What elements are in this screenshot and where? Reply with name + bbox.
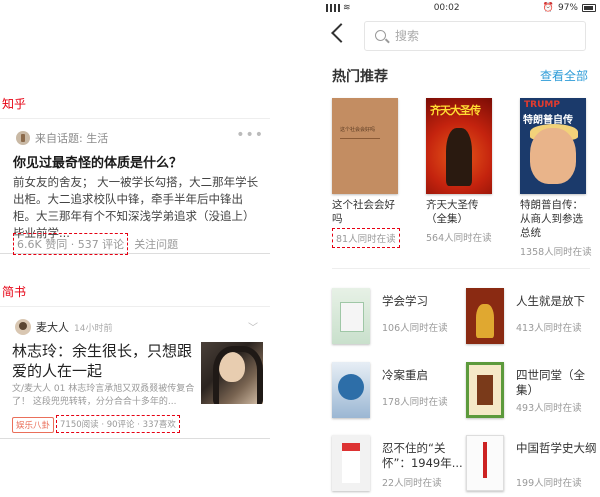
article-excerpt[interactable]: 文/麦大人 01 林志玲言承旭又双叒叕被传复合了！ 这段兜兜转转，分分合合十多年… xyxy=(12,383,196,409)
jianshu-label: 简书 xyxy=(2,285,27,299)
category-tag[interactable]: 娱乐八卦 xyxy=(12,417,55,433)
book-readers: 1358人同时在读 xyxy=(520,247,592,258)
book-cover[interactable] xyxy=(332,435,370,491)
book-cover[interactable] xyxy=(332,362,370,418)
book-cover[interactable]: TRUMP 特朗普自传 xyxy=(520,98,586,194)
book-cover[interactable] xyxy=(332,288,370,344)
avatar[interactable] xyxy=(15,319,31,335)
divider xyxy=(332,268,590,269)
signal-icon xyxy=(326,4,340,12)
top-nav xyxy=(322,18,600,56)
status-bar: ≋ 00:02 ⏰ 97% xyxy=(322,0,600,16)
battery-icon xyxy=(582,4,596,12)
list-book-item[interactable]: 四世同堂（全集） 493人同时在读 xyxy=(466,362,596,422)
post-time: 14小时前 xyxy=(74,323,113,334)
article-thumbnail[interactable] xyxy=(201,342,263,404)
battery-percent: 97% xyxy=(557,3,578,13)
view-all-link[interactable]: 查看全部 xyxy=(540,67,588,84)
book-cover[interactable]: 这个社会会好吗 xyxy=(332,98,398,194)
follow-question-link[interactable]: 关注问题 xyxy=(134,236,178,252)
book-title[interactable]: 特朗普自传：从商人到参选总统 xyxy=(520,198,592,240)
book-readers: 493人同时在读 xyxy=(516,403,582,414)
hot-book-item[interactable]: 这个社会会好吗 这个社会会好吗 81人同时在读 xyxy=(332,98,404,248)
book-readers: 22人同时在读 xyxy=(382,478,442,489)
cover-text: TRUMP xyxy=(524,100,560,110)
book-title[interactable]: 人生就是放下 xyxy=(516,294,600,309)
book-cover[interactable] xyxy=(466,288,504,344)
answer-meta: 6.6K 赞同 · 537 评论 关注问题 xyxy=(13,233,178,255)
wifi-icon: ≋ xyxy=(343,3,351,13)
hot-book-item[interactable]: 齐天大圣传 齐天大圣传（全集） 564人同时在读 xyxy=(426,98,498,245)
jianshu-card[interactable]: 麦大人 14小时前 ﹀ 林志玲：余生很长，只想跟爱的人在一起 文/麦大人 01 … xyxy=(0,306,270,439)
topic-label: 来自话题: 生活 xyxy=(35,132,109,145)
list-book-item[interactable]: 忍不住的“关怀”：1949年... 22人同时在读 xyxy=(332,435,463,495)
book-title[interactable]: 冷案重启 xyxy=(382,368,468,383)
reading-app-screen: ≋ 00:02 ⏰ 97% 热门推荐 查看全部 这个社会会好吗 这个社会会好吗 … xyxy=(322,0,600,497)
article-title[interactable]: 林志玲：余生很长，只想跟爱的人在一起 xyxy=(12,341,196,381)
search-input[interactable] xyxy=(395,26,575,46)
book-readers: 178人同时在读 xyxy=(382,397,448,408)
read-comment-like-count: 7150阅读 · 90评论 · 337喜欢 xyxy=(56,415,180,433)
vote-comment-count: 6.6K 赞同 · 537 评论 xyxy=(13,233,129,255)
book-title[interactable]: 这个社会会好吗 xyxy=(332,198,404,226)
topic-row[interactable]: 来自话题: 生活 xyxy=(16,130,108,146)
author-name[interactable]: 麦大人 xyxy=(36,319,69,335)
book-title[interactable]: 四世同堂（全集） xyxy=(516,368,600,398)
hot-book-item[interactable]: TRUMP 特朗普自传 特朗普自传：从商人到参选总统 1358人同时在读 xyxy=(520,98,592,259)
topic-icon xyxy=(16,131,30,145)
book-cover[interactable] xyxy=(466,435,504,491)
cover-text: 齐天大圣传 xyxy=(430,104,481,117)
left-panel: 知乎 来自话题: 生活 ••• 你见过最奇怪的体质是什么？ 前女友的舍友； 大一… xyxy=(0,0,280,497)
list-book-item[interactable]: 学会学习 106人同时在读 xyxy=(332,288,462,348)
book-title[interactable]: 齐天大圣传（全集） xyxy=(426,198,498,226)
alarm-icon: ⏰ xyxy=(542,3,554,13)
book-title[interactable]: 学会学习 xyxy=(382,294,468,309)
list-book-item[interactable]: 人生就是放下 413人同时在读 xyxy=(466,288,596,348)
book-title[interactable]: 中国哲学史大纲 xyxy=(516,441,600,456)
list-book-item[interactable]: 中国哲学史大纲 199人同时在读 xyxy=(466,435,597,495)
zhihu-label: 知乎 xyxy=(2,97,27,111)
search-icon xyxy=(375,30,386,41)
zhihu-card[interactable]: 来自话题: 生活 ••• 你见过最奇怪的体质是什么？ 前女友的舍友； 大一被学长… xyxy=(0,118,270,255)
book-readers: 199人同时在读 xyxy=(516,478,582,489)
answer-excerpt[interactable]: 前女友的舍友； 大一被学长勾搭，大二那年学长出柜。大二追求校队中锋，牵手半年后中… xyxy=(13,174,263,242)
hot-section-heading: 热门推荐 xyxy=(332,69,388,85)
book-readers: 106人同时在读 xyxy=(382,323,448,334)
chevron-down-icon[interactable]: ﹀ xyxy=(248,319,258,334)
book-readers: 564人同时在读 xyxy=(426,233,492,244)
question-title[interactable]: 你见过最奇怪的体质是什么？ xyxy=(13,152,182,171)
search-box[interactable] xyxy=(364,21,586,51)
book-cover[interactable] xyxy=(466,362,504,418)
list-book-item[interactable]: 冷案重启 178人同时在读 xyxy=(332,362,462,422)
book-cover[interactable]: 齐天大圣传 xyxy=(426,98,492,194)
book-title[interactable]: 忍不住的“关怀”：1949年... xyxy=(382,441,468,471)
book-readers: 81人同时在读 xyxy=(332,228,400,248)
author-row[interactable]: 麦大人 14小时前 xyxy=(15,319,112,335)
more-icon[interactable]: ••• xyxy=(236,127,264,143)
status-time: 00:02 xyxy=(433,3,460,13)
book-readers: 413人同时在读 xyxy=(516,323,582,334)
cover-text: 这个社会会好吗 xyxy=(340,127,376,133)
back-arrow-icon[interactable] xyxy=(331,23,351,43)
